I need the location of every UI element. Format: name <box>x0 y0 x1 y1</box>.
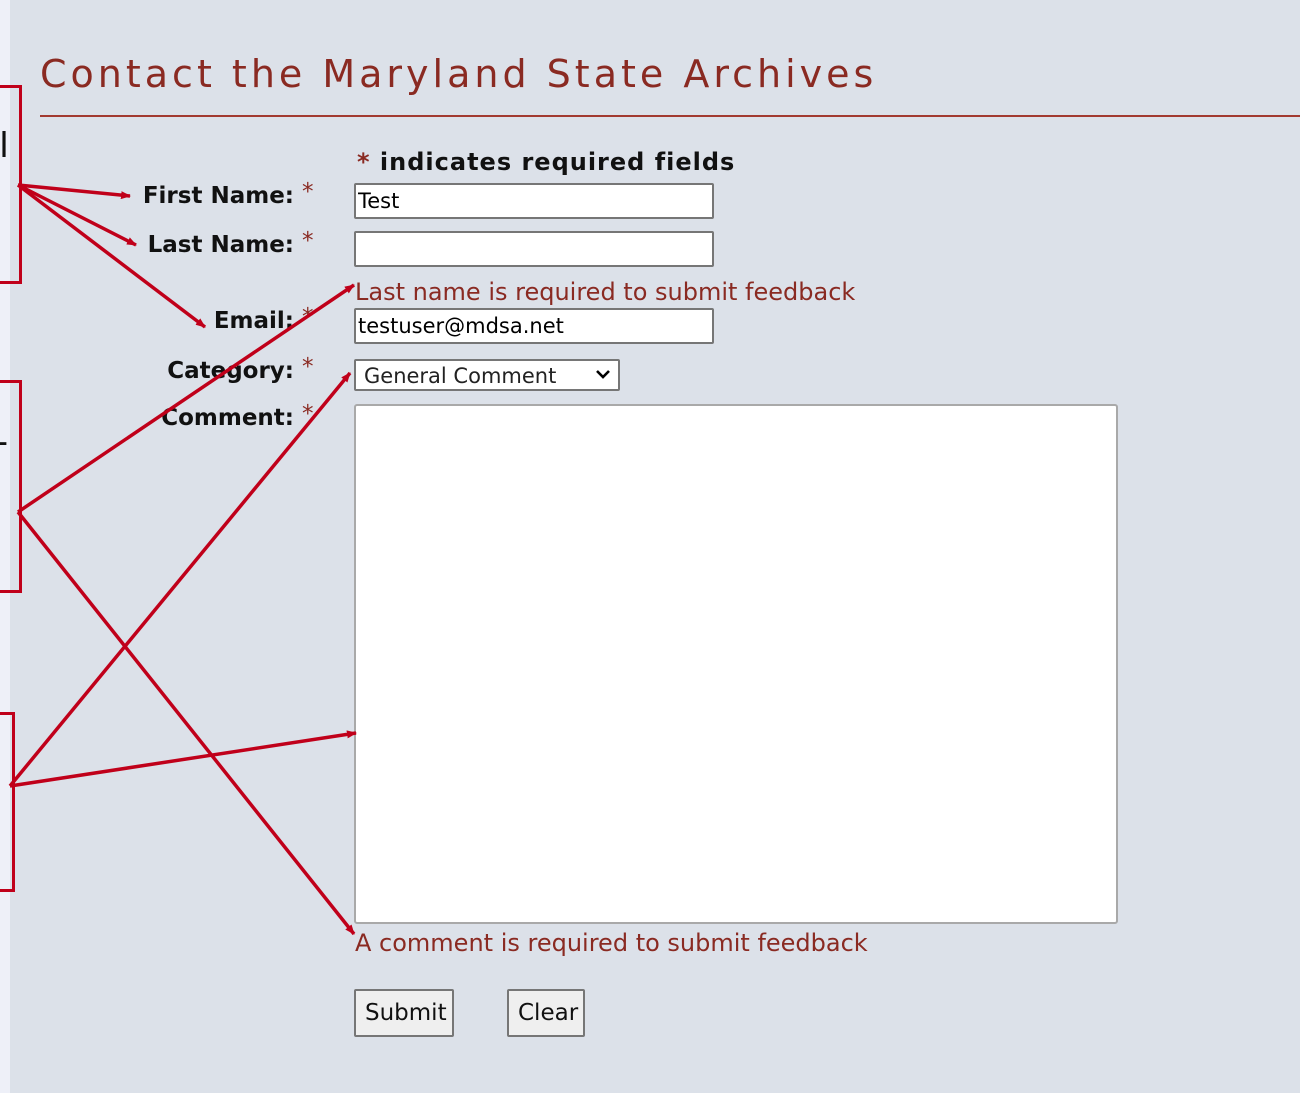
first-name-input[interactable] <box>354 183 714 219</box>
last-name-label-text: Last Name: <box>147 232 294 258</box>
comment-textarea[interactable] <box>354 404 1118 924</box>
category-selected-value: General Comment <box>364 364 557 388</box>
first-name-label-text: First Name: <box>142 183 294 209</box>
comment-label: Comment: * <box>14 401 313 431</box>
email-input[interactable] <box>354 308 714 344</box>
email-label-text: Email: <box>213 308 294 334</box>
annotation-callout-text-2: - <box>0 420 8 462</box>
required-note-text: indicates required fields <box>379 148 736 176</box>
annotation-callout-box-3 <box>0 712 15 892</box>
last-name-input[interactable] <box>354 231 714 267</box>
category-select[interactable]: General Comment <box>354 359 620 391</box>
first-name-required-star: * <box>302 179 314 205</box>
arrow-to-category-select <box>8 371 352 788</box>
submit-button[interactable]: Submit <box>354 989 454 1037</box>
arrow-to-comment-textarea <box>9 730 357 788</box>
title-divider <box>40 115 1300 117</box>
last-name-error: Last name is required to submit feedback <box>355 278 856 306</box>
comment-label-text: Comment: <box>161 405 294 431</box>
chevron-down-icon <box>596 370 610 379</box>
category-label: Category: * <box>14 354 313 384</box>
last-name-required-star: * <box>302 228 314 254</box>
annotation-callout-text-1: l <box>0 124 8 165</box>
page-root: l - Contact the Maryland State Archives … <box>0 0 1300 1093</box>
required-star: * <box>357 148 371 176</box>
comment-required-star: * <box>302 401 314 427</box>
first-name-label: First Name: * <box>14 179 314 209</box>
category-label-text: Category: <box>167 358 294 384</box>
required-fields-note: * indicates required fields <box>357 148 735 176</box>
comment-error: A comment is required to submit feedback <box>355 929 868 957</box>
category-required-star: * <box>302 354 314 380</box>
arrow-to-comment-error <box>16 510 356 936</box>
clear-button[interactable]: Clear <box>507 989 585 1037</box>
last-name-label: Last Name: * <box>14 228 314 258</box>
email-label: Email: * <box>14 304 314 334</box>
email-required-star: * <box>302 304 314 330</box>
page-title: Contact the Maryland State Archives <box>40 52 878 96</box>
